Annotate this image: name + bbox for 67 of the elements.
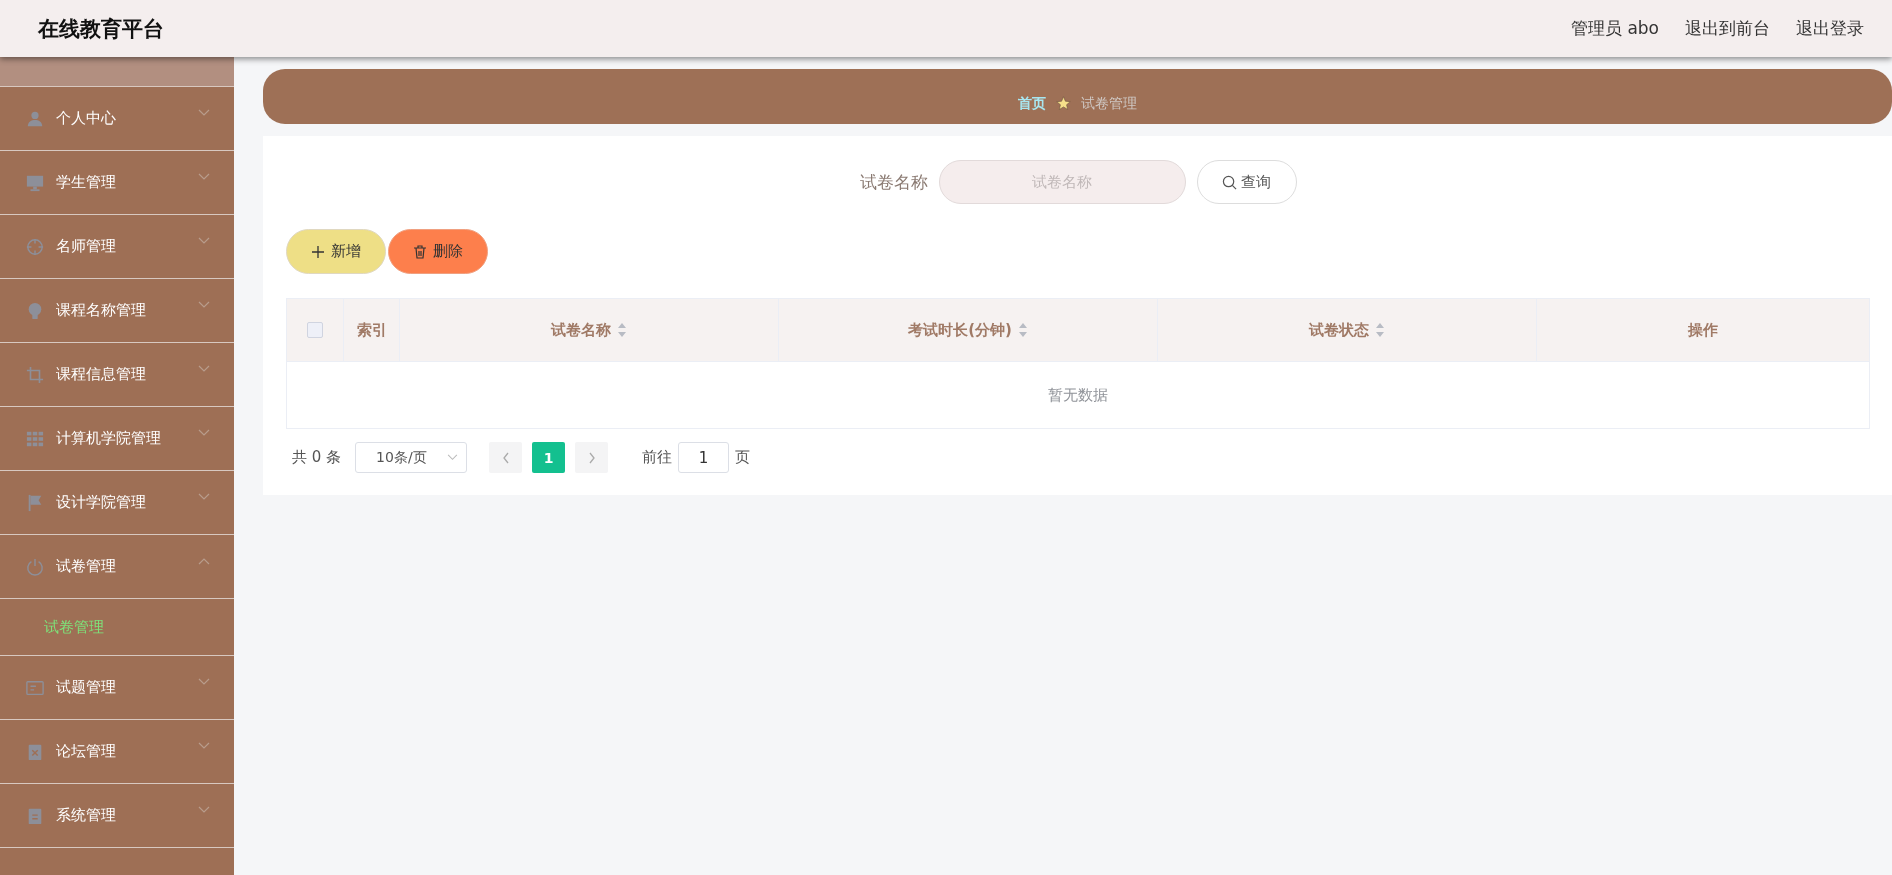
chevron-down-icon <box>198 677 210 686</box>
chevron-right-icon <box>587 451 596 464</box>
menu-item[interactable]: 计算机学院管理 <box>0 407 234 471</box>
column-header: 操作 <box>1688 320 1718 340</box>
plus-icon <box>311 244 325 259</box>
total-count: 共 0 条 <box>292 448 342 467</box>
goto-label: 前往 <box>642 448 673 467</box>
sort-icon[interactable] <box>617 322 627 338</box>
menu-item[interactable]: 论坛管理 <box>0 720 234 784</box>
previous-page-button[interactable] <box>489 442 523 473</box>
delete-button[interactable]: 删除 <box>388 229 488 274</box>
page-number-button[interactable]: 1 <box>532 442 566 473</box>
flag-icon <box>26 493 44 512</box>
sort-icon[interactable] <box>1017 322 1028 338</box>
chevron-down-icon <box>198 805 210 814</box>
chevron-down-icon <box>198 300 210 309</box>
page-jump-field[interactable]: 1 <box>678 442 730 473</box>
column-header: 考试时长(分钟) <box>908 320 1012 340</box>
sort-icon[interactable] <box>1375 322 1385 338</box>
grid-icon <box>26 429 44 448</box>
page-suffix: 页 <box>735 448 751 467</box>
next-page-button[interactable] <box>575 442 609 473</box>
page-size-select[interactable]: 10条/页 <box>355 442 468 473</box>
menu-item[interactable]: 学生管理 <box>0 151 234 215</box>
column-header: 试卷状态 <box>1309 320 1369 340</box>
person-icon <box>26 109 44 128</box>
breadcrumb-link[interactable]: 试卷管理 <box>1081 94 1137 113</box>
crop-icon <box>26 365 44 384</box>
menu-item[interactable]: 试题管理 <box>0 656 234 720</box>
chevron-down-icon <box>198 428 210 437</box>
menu-item[interactable]: 设计学院管理 <box>0 471 234 535</box>
monitor-icon <box>26 173 44 192</box>
chevron-down-icon <box>198 492 210 501</box>
header-link[interactable]: 管理员 abo <box>1571 17 1659 40</box>
star-icon <box>1056 96 1071 111</box>
chevron-down-icon <box>198 172 210 181</box>
submenu-item[interactable]: 试卷管理 <box>0 599 234 656</box>
menu-item[interactable]: 课程信息管理 <box>0 343 234 407</box>
search-label: 试卷名称 <box>859 170 928 194</box>
search-icon <box>1222 174 1237 190</box>
chevron-down-icon <box>198 236 210 245</box>
chevron-down-icon <box>198 364 210 373</box>
menu-item[interactable]: 课程名称管理 <box>0 279 234 343</box>
target-icon <box>26 237 44 256</box>
trash-icon <box>413 244 427 259</box>
menu-item[interactable]: 试卷管理 <box>0 535 234 599</box>
menu-item[interactable]: 个人中心 <box>0 87 234 151</box>
chevron-down-icon <box>447 454 459 461</box>
header-link[interactable]: 退出登录 <box>1796 17 1864 40</box>
select-all-checkbox[interactable] <box>307 322 323 338</box>
menu-item[interactable]: 名师管理 <box>0 215 234 279</box>
breadcrumb-link[interactable]: 首页 <box>1018 94 1046 113</box>
bulb-icon <box>26 301 44 320</box>
column-header: 试卷名称 <box>551 320 611 340</box>
site-title: 在线教育平台 <box>38 15 164 43</box>
chevron-down-icon <box>198 108 210 117</box>
chevron-left-icon <box>501 451 510 464</box>
chevron-down-icon <box>198 741 210 750</box>
search-button[interactable]: 查询 <box>1196 160 1297 204</box>
chevron-up-icon <box>198 556 210 565</box>
header-link[interactable]: 退出到前台 <box>1685 17 1770 40</box>
power-icon <box>26 557 44 576</box>
empty-table-message: 暂无数据 <box>1048 385 1108 405</box>
menu-item[interactable]: 系统管理 <box>0 784 234 848</box>
card-icon <box>26 678 44 697</box>
add-button[interactable]: 新增 <box>286 229 386 274</box>
column-header: 索引 <box>356 320 387 340</box>
